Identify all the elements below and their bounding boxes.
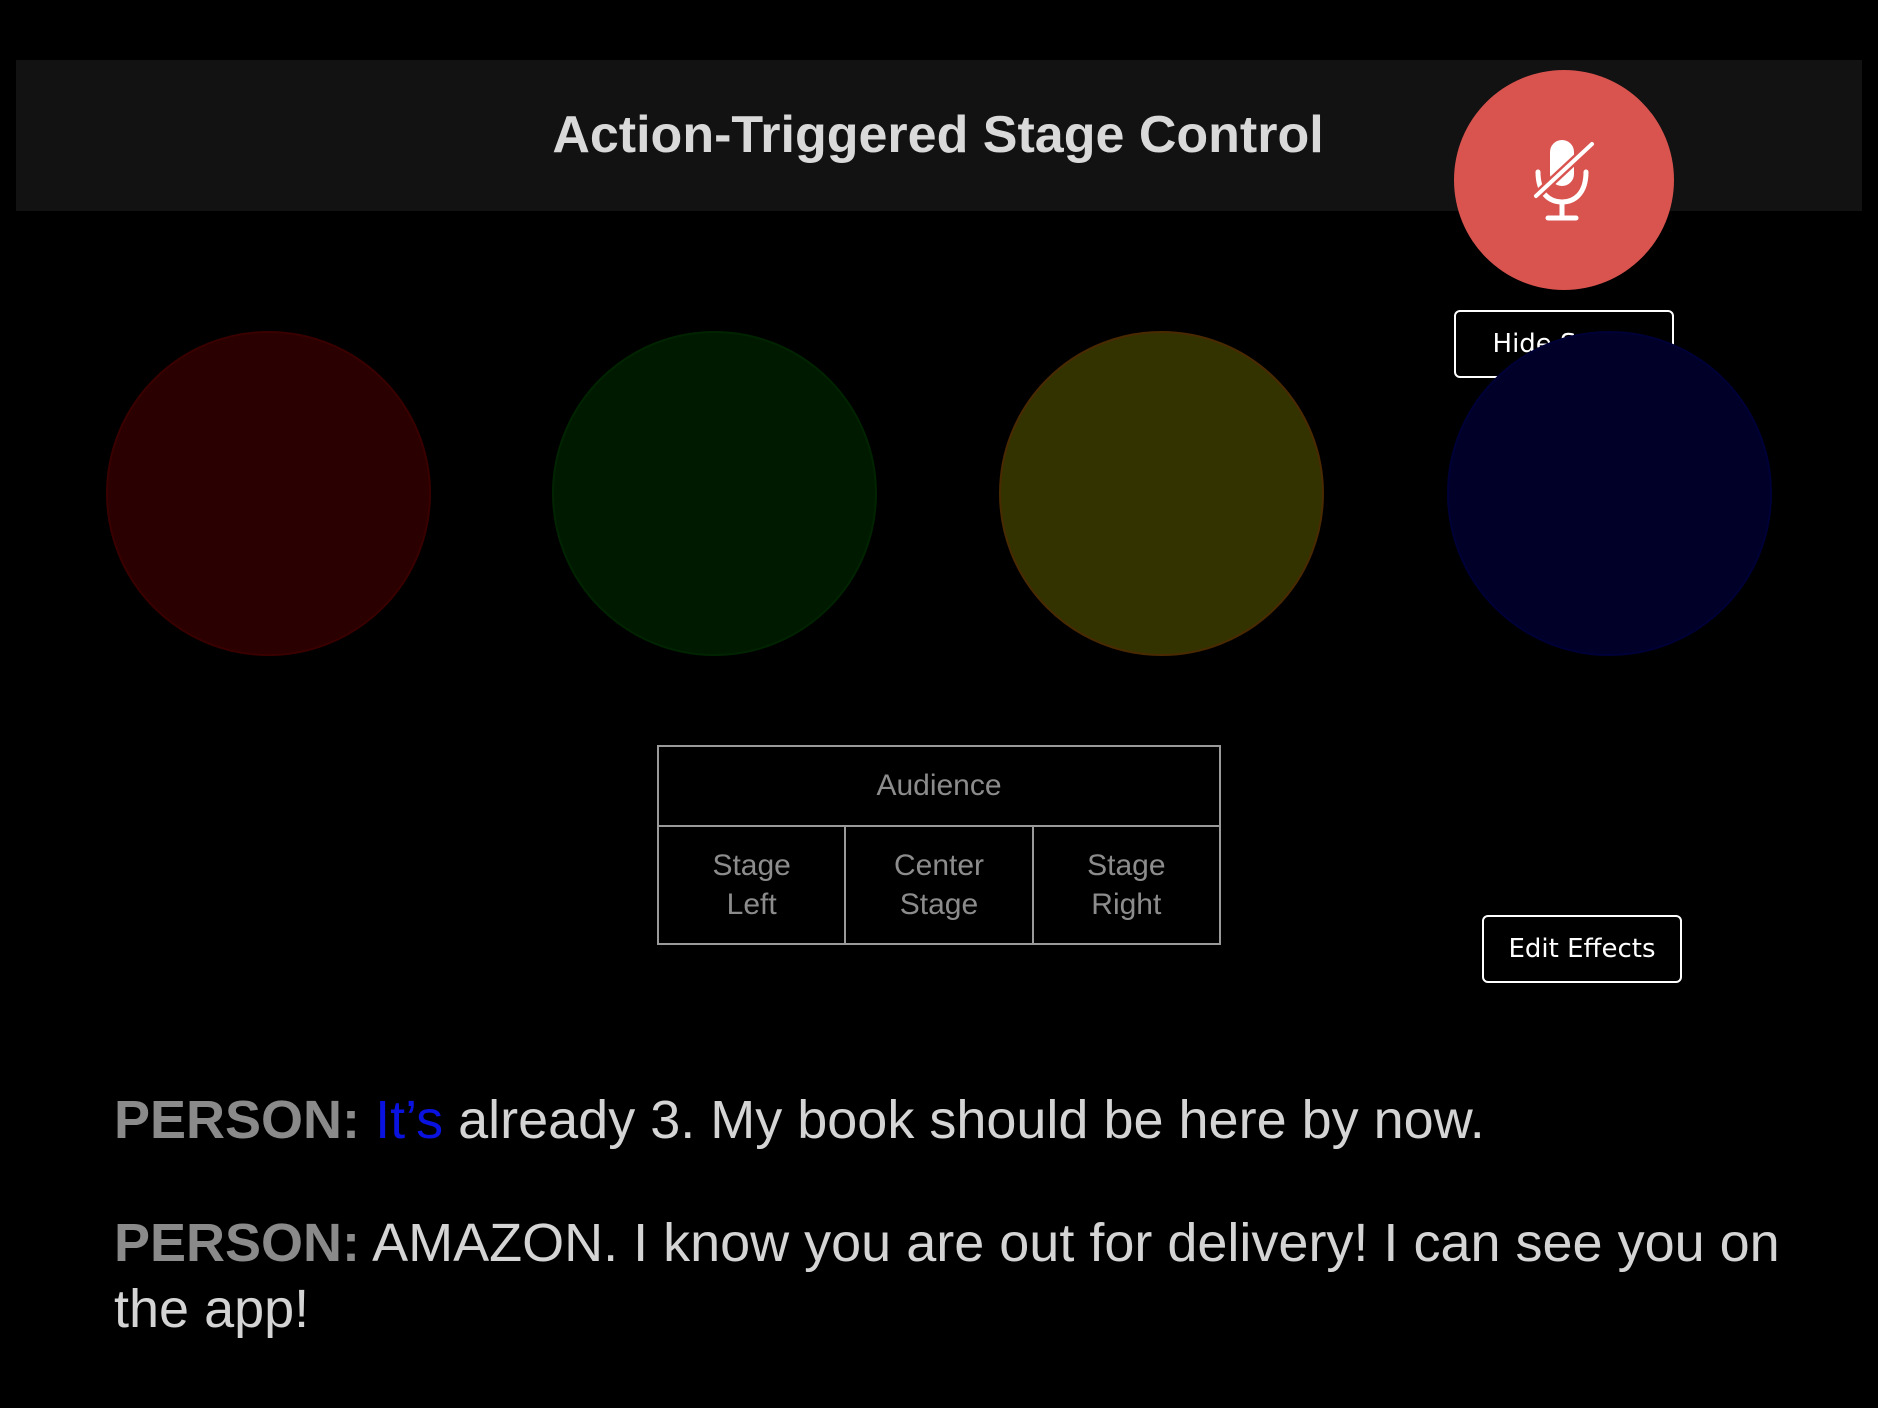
stage-light-yellow[interactable] xyxy=(999,331,1324,656)
speaker-label: PERSON: xyxy=(114,1090,361,1150)
stage-light-red[interactable] xyxy=(106,331,431,656)
stage-left-cell[interactable]: Stage Left xyxy=(656,825,847,945)
stage-position-map: Audience Stage Left Center Stage Stage R… xyxy=(656,745,1222,945)
stage-control-page: Action-Triggered Stage Control Hide Scri… xyxy=(0,0,1878,1408)
edit-effects-button[interactable]: Edit Effects xyxy=(1482,915,1682,983)
stage-light-green[interactable] xyxy=(552,331,877,656)
script-line: PERSON: AMAZON. I know you are out for d… xyxy=(114,1210,1794,1342)
stage-light-blue[interactable] xyxy=(1447,331,1772,656)
stage-right-label-2: Right xyxy=(1091,888,1162,921)
stage-left-label-1: Stage xyxy=(712,849,791,882)
stage-left-label-2: Left xyxy=(726,888,777,921)
center-stage-label-2: Stage xyxy=(899,888,979,921)
stage-right-label-1: Stage xyxy=(1087,849,1166,882)
script-line: PERSON: It’s already 3. My book should b… xyxy=(114,1087,1794,1153)
speaker-label: PERSON: xyxy=(114,1213,361,1273)
stage-right-cell[interactable]: Stage Right xyxy=(1031,825,1222,945)
center-stage-cell[interactable]: Center Stage xyxy=(844,825,1034,945)
script-text: AMAZON. I know you are out for delivery!… xyxy=(114,1213,1780,1339)
center-stage-label-1: Center xyxy=(893,849,985,882)
highlighted-word: It’s xyxy=(375,1090,444,1150)
script-text: already 3. My book should be here by now… xyxy=(443,1090,1485,1150)
audience-cell: Audience xyxy=(657,745,1221,827)
microphone-toggle-button[interactable] xyxy=(1454,70,1674,290)
microphone-off-icon xyxy=(1531,139,1597,221)
